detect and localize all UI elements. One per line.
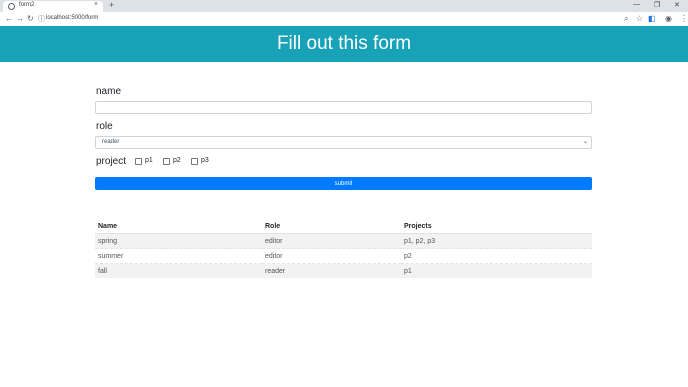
- url-text: localhost:5000/form: [46, 15, 99, 21]
- reload-icon[interactable]: ↻: [27, 14, 34, 23]
- role-label: role: [96, 121, 113, 132]
- cell-role: editor: [262, 233, 401, 249]
- cell-role: editor: [262, 248, 401, 264]
- role-select[interactable]: reader ⌄: [95, 136, 592, 149]
- minimize-icon[interactable]: —: [633, 1, 640, 8]
- project-checkbox-p1[interactable]: [135, 158, 142, 165]
- table-row: spring editor p1, p2, p3: [95, 233, 592, 249]
- profile-icon[interactable]: ◉: [665, 14, 672, 23]
- page-header: Fill out this form: [0, 26, 688, 62]
- table-row: fall reader p1: [95, 263, 592, 278]
- project-checkbox-p3[interactable]: [191, 158, 198, 165]
- chevron-down-icon: ⌄: [582, 139, 588, 145]
- browser-tab[interactable]: form2 ×: [3, 1, 103, 12]
- column-header-projects: Projects: [401, 219, 592, 234]
- back-icon[interactable]: ←: [5, 14, 13, 23]
- column-header-name: Name: [95, 219, 262, 234]
- submit-button[interactable]: submit: [95, 177, 592, 190]
- cell-projects: p1: [401, 263, 592, 278]
- name-input[interactable]: [95, 101, 592, 114]
- window-close-icon[interactable]: ✕: [674, 1, 680, 9]
- browser-toolbar: ← → ↻ ⓘ localhost:5000/form ⌕ ☆ ◧ ◉ ⋮: [0, 12, 688, 27]
- project-checkbox-p2[interactable]: [163, 158, 170, 165]
- globe-icon: [8, 3, 15, 10]
- project-checkbox-label: p2: [173, 157, 181, 164]
- name-label: name: [96, 86, 122, 97]
- role-selected-value: reader: [102, 139, 120, 145]
- forward-icon[interactable]: →: [16, 14, 24, 23]
- tab-title: form2: [19, 2, 35, 8]
- extension-icon[interactable]: ◧: [648, 14, 656, 23]
- maximize-icon[interactable]: ❐: [654, 1, 660, 9]
- cell-name: spring: [95, 233, 262, 249]
- menu-icon[interactable]: ⋮: [680, 14, 688, 23]
- page-title: Fill out this form: [276, 33, 412, 54]
- cell-role: reader: [262, 263, 401, 278]
- address-bar[interactable]: ⓘ localhost:5000/form: [38, 14, 618, 24]
- new-tab-icon[interactable]: +: [109, 0, 114, 10]
- browser-tab-bar: form2 × + — ❐ ✕: [0, 0, 688, 12]
- zoom-icon[interactable]: ⌕: [624, 14, 628, 24]
- cell-projects: p1, p2, p3: [401, 233, 592, 249]
- project-label: project: [96, 156, 127, 167]
- tab-close-icon[interactable]: ×: [94, 1, 98, 8]
- info-icon: ⓘ: [38, 16, 45, 23]
- bookmark-star-icon[interactable]: ☆: [636, 14, 643, 23]
- project-checkbox-label: p1: [145, 157, 153, 164]
- project-checkbox-label: p3: [201, 157, 209, 164]
- cell-projects: p2: [401, 248, 592, 264]
- cell-name: fall: [95, 263, 262, 278]
- cell-name: summer: [95, 248, 262, 264]
- table-header-row: Name Role Projects: [95, 219, 592, 234]
- table-row: summer editor p2: [95, 248, 592, 264]
- column-header-role: Role: [262, 219, 401, 234]
- entries-table: Name Role Projects spring editor p1, p2,…: [95, 219, 592, 278]
